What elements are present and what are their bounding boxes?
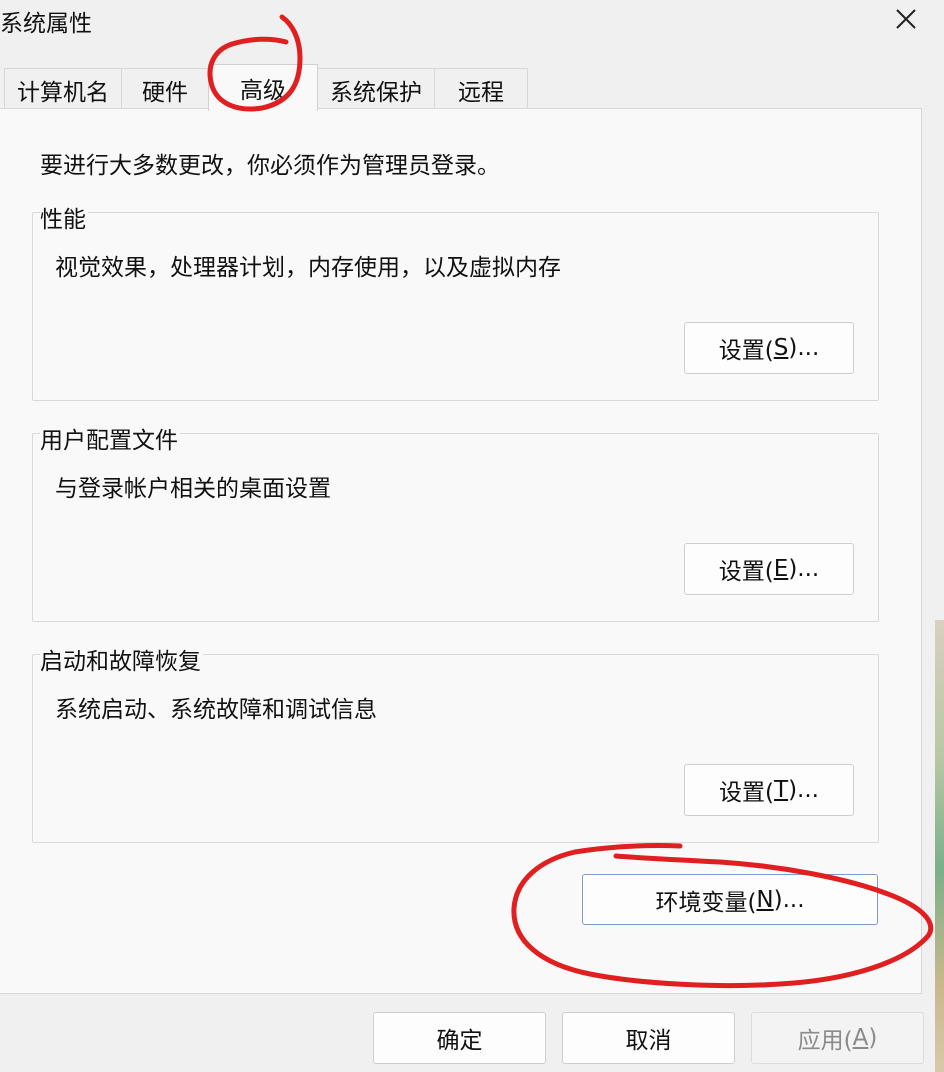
apply-button[interactable]: 应用(A) (751, 1012, 924, 1064)
close-button[interactable] (884, 0, 928, 38)
button-label-suffix: )... (788, 335, 820, 361)
user-profiles-description: 与登录帐户相关的桌面设置 (55, 476, 331, 502)
user-profiles-title: 用户配置文件 (40, 421, 180, 455)
button-label-suffix: )... (773, 886, 805, 913)
background-window-edge (935, 620, 944, 1072)
tab-remote[interactable]: 远程 (434, 68, 528, 110)
tab-advanced[interactable]: 高级 (208, 64, 318, 111)
window-title: 系统属性 (0, 11, 92, 37)
button-label: 环境变量( (655, 889, 757, 916)
user-profiles-settings-button[interactable]: 设置(E)... (684, 543, 854, 595)
admin-notice: 要进行大多数更改，你必须作为管理员登录。 (40, 153, 500, 179)
performance-description: 视觉效果，处理器计划，内存使用，以及虚拟内存 (55, 255, 561, 281)
startup-recovery-settings-button[interactable]: 设置(T)... (684, 764, 854, 816)
performance-title: 性能 (40, 200, 88, 234)
ok-button[interactable]: 确定 (373, 1012, 546, 1064)
access-key: T (774, 777, 789, 803)
startup-recovery-title: 启动和故障恢复 (40, 642, 203, 676)
button-label: 应用( (797, 1028, 853, 1054)
tab-system-protection[interactable]: 系统保护 (317, 68, 435, 110)
button-label: 设置( (719, 780, 774, 806)
tab-computer-name[interactable]: 计算机名 (4, 68, 122, 110)
button-label-suffix: )... (788, 556, 820, 582)
tab-hardware[interactable]: 硬件 (121, 68, 209, 110)
system-properties-window: 系统属性 计算机名 硬件 高级 系统保护 远程 要进行大多数更改，你必须作为管理… (0, 0, 944, 1072)
tab-strip: 计算机名 硬件 高级 系统保护 远程 (0, 64, 930, 111)
access-key: S (773, 335, 789, 361)
access-key: N (756, 886, 774, 913)
access-key: A (852, 1025, 869, 1051)
environment-variables-button[interactable]: 环境变量(N)... (582, 874, 878, 925)
access-key: E (773, 556, 789, 582)
close-icon (896, 9, 916, 29)
startup-recovery-description: 系统启动、系统故障和调试信息 (55, 697, 377, 723)
button-label: 设置( (718, 338, 774, 364)
performance-settings-button[interactable]: 设置(S)... (684, 322, 854, 374)
button-label: 设置( (718, 559, 774, 585)
button-label-suffix: ) (868, 1025, 878, 1051)
button-label-suffix: )... (788, 777, 819, 803)
cancel-button[interactable]: 取消 (562, 1012, 735, 1064)
